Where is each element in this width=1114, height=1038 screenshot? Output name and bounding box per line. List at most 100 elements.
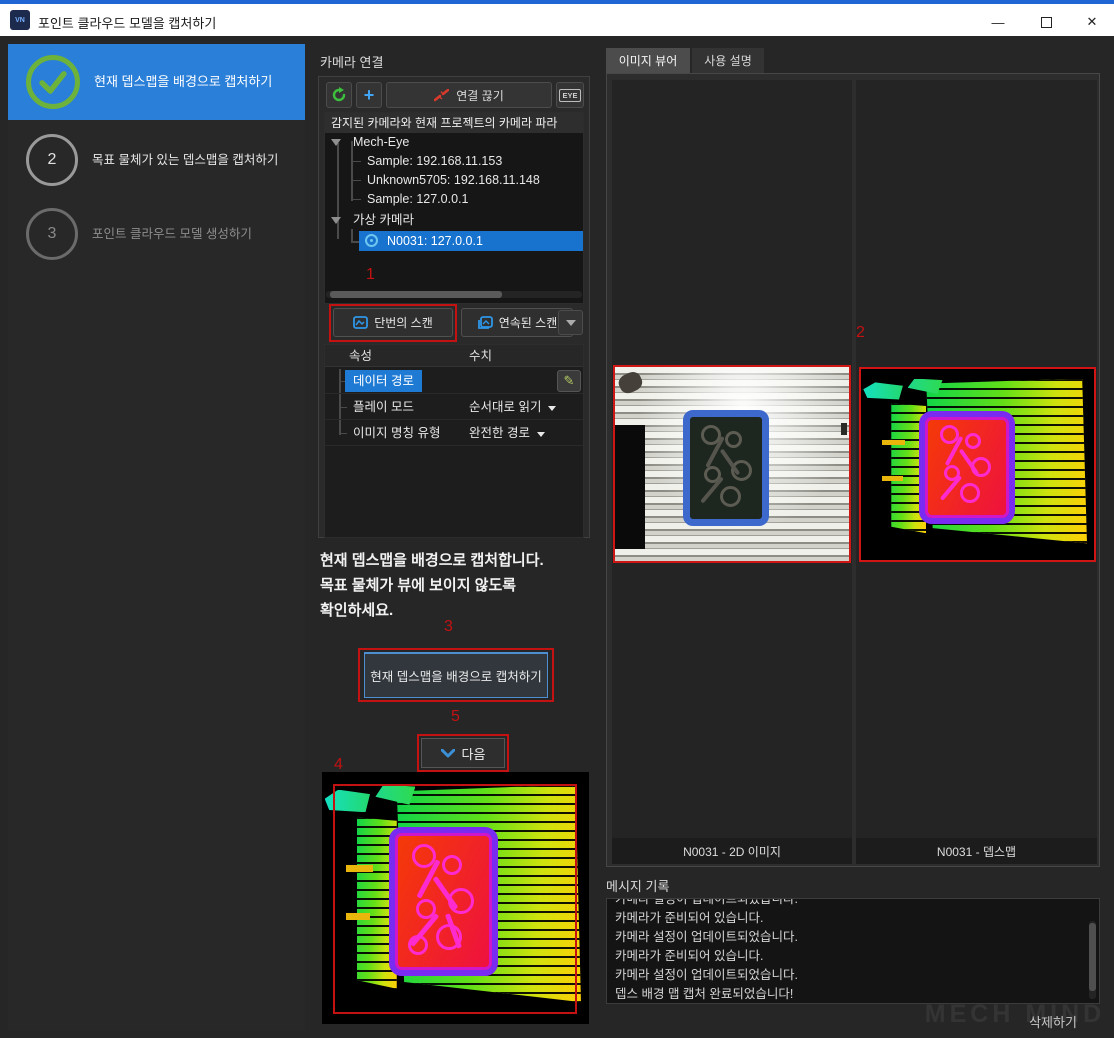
tree-item-sample-127[interactable]: Sample: 127.0.0.1 — [325, 190, 583, 209]
chevron-down-icon — [548, 406, 556, 411]
step-2-number: 2 — [26, 134, 78, 186]
camera-list[interactable]: 감지된 카메라와 현재 프로젝트의 카메라 파라 Mech-Eye Sample… — [324, 112, 584, 304]
close-button[interactable]: ✕ — [1076, 11, 1108, 33]
collapse-triangle-icon[interactable] — [331, 217, 341, 224]
play-mode-selected: 순서대로 읽기 — [469, 400, 541, 414]
tree-item-sample-153[interactable]: Sample: 192.168.11.153 — [325, 152, 583, 171]
step-1-label: 현재 뎁스맵을 배경으로 캡처하기 — [94, 73, 272, 91]
annotation-2: 2 — [856, 324, 865, 342]
disconnect-button[interactable]: 연결 끊기 — [386, 82, 552, 108]
tab-usage-instructions-label: 사용 설명 — [704, 52, 752, 69]
next-label: 다음 — [462, 744, 486, 763]
tree-item-label: N0031: 127.0.0.1 — [387, 231, 483, 251]
2d-ring — [720, 486, 741, 507]
check-icon — [33, 62, 73, 102]
tree-group-mech-eye[interactable]: Mech-Eye — [325, 133, 583, 152]
2d-ring — [725, 431, 742, 448]
property-row-image-name-type[interactable]: 이미지 명칭 유형 완전한 경로 — [325, 420, 583, 446]
chevron-down-icon — [537, 432, 545, 437]
caption-depth-map: N0031 - 뎁스맵 — [856, 838, 1097, 864]
maximize-button[interactable] — [1030, 11, 1062, 33]
refresh-camera-button[interactable] — [326, 82, 352, 108]
image-name-type-label: 이미지 명칭 유형 — [353, 420, 440, 446]
continuous-scan-icon — [477, 316, 493, 330]
tab-usage-instructions[interactable]: 사용 설명 — [692, 48, 764, 73]
vscrollbar-thumb[interactable] — [1089, 923, 1096, 991]
tree-group-label: 가상 카메라 — [353, 211, 414, 230]
pencil-icon: ✎ — [564, 368, 575, 394]
minimize-button[interactable]: — — [982, 11, 1014, 33]
instruction-line-3: 확인하세요. — [320, 598, 590, 623]
message-log[interactable]: 카메라 설정이 업데이트되었습니다. 카메라가 준비되어 있습니다. 카메라 설… — [606, 898, 1100, 1004]
step-2-label: 목표 물체가 있는 뎁스맵을 캡처하기 — [92, 151, 278, 169]
data-path-label[interactable]: 데이터 경로 — [345, 370, 422, 392]
step-3-generate-model[interactable]: 3 포인트 클라우드 모델 생성하기 — [8, 202, 305, 266]
2d-edge-mark — [841, 423, 847, 435]
eye-viewer-button[interactable]: EYE — [556, 82, 584, 108]
refresh-icon — [331, 87, 347, 103]
log-vscrollbar[interactable] — [1089, 921, 1096, 999]
edit-path-button[interactable]: ✎ — [557, 370, 581, 392]
depth-map-image[interactable] — [859, 367, 1096, 562]
step-1-capture-background[interactable]: 현재 뎁스맵을 배경으로 캡처하기 — [8, 44, 305, 120]
step-3-label: 포인트 클라우드 모델 생성하기 — [92, 225, 252, 243]
chevron-down-icon — [441, 749, 455, 758]
camera-list-header: 감지된 카메라와 현재 프로젝트의 카메라 파라 — [325, 113, 583, 133]
value-col-header: 수치 — [469, 345, 492, 367]
log-line: 뎁스 배경 맵 캡처 완료되었습니다! — [615, 985, 1099, 1004]
tab-image-viewer-label: 이미지 뷰어 — [619, 52, 678, 69]
property-row-data-path[interactable]: 데이터 경로 ✎ — [325, 368, 583, 394]
tree-group-virtual-camera[interactable]: 가상 카메라 — [325, 211, 583, 230]
play-mode-label: 플레이 모드 — [353, 394, 414, 420]
annotation-3: 3 — [444, 618, 453, 636]
annotation-rect-1 — [329, 304, 457, 342]
log-line: 카메라 설정이 업데이트되었습니다. — [615, 898, 1099, 909]
app-window: VN 포인트 클라우드 모델을 캡처하기 — ✕ 현재 뎁스맵을 배경으로 캡처… — [0, 0, 1114, 1038]
instruction-line-1: 현재 뎁스맵을 배경으로 캡처합니다. — [320, 548, 590, 573]
tree-item-unknown5705[interactable]: Unknown5705: 192.168.11.148 — [325, 171, 583, 190]
log-line: 카메라가 준비되어 있습니다. — [615, 909, 1099, 928]
camera-section-title: 카메라 연결 — [320, 52, 383, 71]
image-name-type-selected: 완전한 경로 — [469, 426, 530, 440]
step-3-number: 3 — [26, 208, 78, 260]
plus-icon: + — [364, 85, 375, 106]
2d-bin — [683, 410, 770, 526]
property-table: 속성 수치 데이터 경로 ✎ 플레이 모드 순서대로 읽기 이미지 명칭 유형 … — [324, 344, 584, 538]
depth-cyan-patch — [863, 382, 903, 399]
collapse-triangle-icon[interactable] — [331, 139, 341, 146]
play-mode-value[interactable]: 순서대로 읽기 — [469, 394, 556, 420]
image-name-type-value[interactable]: 완전한 경로 — [469, 420, 545, 446]
next-button[interactable]: 다음 — [421, 738, 505, 768]
add-camera-button[interactable]: + — [356, 82, 382, 108]
capture-background-button[interactable]: 현재 뎁스맵을 배경으로 캡처하기 — [364, 652, 548, 698]
tab-image-viewer[interactable]: 이미지 뷰어 — [606, 48, 690, 73]
continuous-scan-button[interactable]: 연속된 스캔 — [461, 308, 573, 337]
delete-log-label: 삭제하기 — [1029, 1012, 1077, 1031]
property-row-play-mode[interactable]: 플레이 모드 순서대로 읽기 — [325, 394, 583, 420]
depth-ring — [965, 433, 981, 449]
property-table-header: 속성 수치 — [325, 345, 583, 367]
chevron-down-icon — [566, 320, 576, 326]
instruction-text: 현재 뎁스맵을 배경으로 캡처합니다. 목표 물체가 뷰에 보이지 않도록 확인… — [320, 548, 590, 623]
step-2-capture-target[interactable]: 2 목표 물체가 있는 뎁스맵을 캡처하기 — [8, 128, 305, 192]
titlebar[interactable]: VN 포인트 클라우드 모델을 캡처하기 — ✕ — [0, 4, 1114, 36]
maximize-icon — [1041, 17, 1052, 28]
log-line: 카메라 설정이 업데이트되었습니다. — [615, 966, 1099, 985]
hscrollbar-thumb[interactable] — [330, 291, 502, 298]
depth-yellow-bar — [882, 476, 903, 481]
eye-icon: EYE — [559, 89, 580, 102]
camera-list-hscrollbar[interactable] — [326, 291, 582, 298]
caption-2d-image: N0031 - 2D 이미지 — [612, 838, 852, 864]
tree-group-label: Mech-Eye — [353, 133, 409, 152]
continuous-scan-label: 연속된 스캔 — [499, 314, 558, 331]
2d-image[interactable] — [613, 365, 851, 563]
tree-item-label: Sample: 127.0.0.1 — [367, 190, 468, 209]
depth-yellow-bar — [882, 440, 905, 445]
scan-options-dropdown-button[interactable] — [558, 310, 583, 335]
app-icon: VN — [10, 10, 30, 30]
instruction-line-2: 목표 물체가 뷰에 보이지 않도록 — [320, 573, 590, 598]
delete-log-button[interactable]: 삭제하기 — [1008, 1008, 1098, 1034]
step-1-check-circle — [26, 55, 80, 109]
depth-ring — [960, 483, 980, 503]
tree-item-n0031-selected[interactable]: N0031: 127.0.0.1 — [359, 231, 584, 251]
